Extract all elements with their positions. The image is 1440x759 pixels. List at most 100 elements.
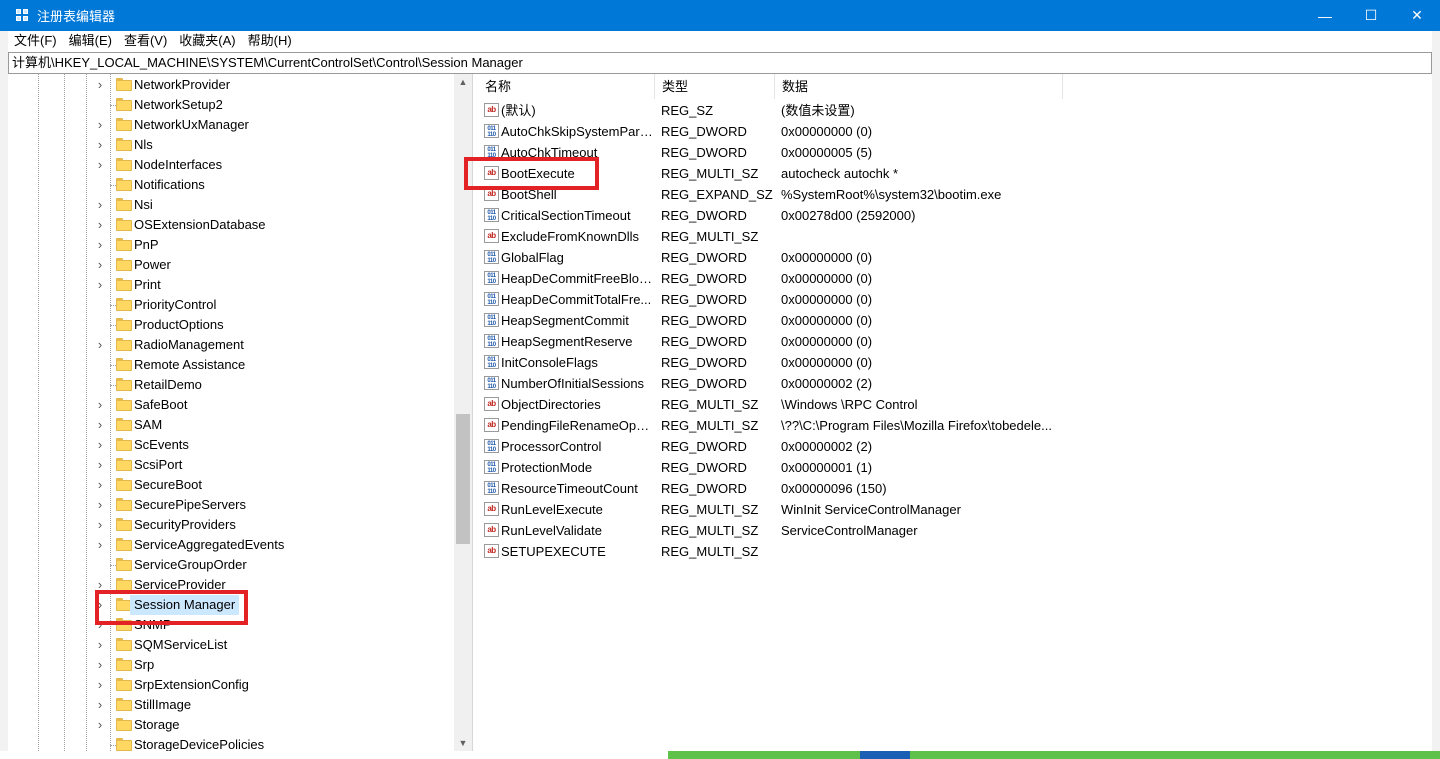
tree-item[interactable]: › Srp (8, 655, 454, 675)
minimize-button[interactable]: — (1302, 0, 1348, 31)
tree-item[interactable]: StorageDevicePolicies (8, 735, 454, 751)
chevron-right-icon[interactable]: › (94, 255, 106, 275)
tree-item[interactable]: Notifications (8, 175, 454, 195)
value-row[interactable]: 011 110 ResourceTimeoutCount REG_DWORD 0x00… (478, 478, 1432, 499)
value-row[interactable]: ab ObjectDirectories REG_MULTI_SZ \Windows … (478, 394, 1432, 415)
value-row[interactable]: ab RunLevelValidate REG_MULTI_SZ ServiceCon… (478, 520, 1432, 541)
tree-item[interactable]: › NodeInterfaces (8, 155, 454, 175)
tree-item[interactable]: › Storage (8, 715, 454, 735)
value-row[interactable]: 011 110 AutoChkTimeout REG_DWORD 0x00000005… (478, 142, 1432, 163)
value-data (781, 226, 1061, 247)
chevron-right-icon[interactable]: › (94, 655, 106, 675)
chevron-right-icon[interactable]: › (94, 715, 106, 735)
tree-item[interactable]: NetworkSetup2 (8, 95, 454, 115)
value-row[interactable]: 011 110 HeapDeCommitFreeBloc... REG_DWORD 0… (478, 268, 1432, 289)
column-header-name[interactable]: 名称 (478, 74, 655, 99)
value-row[interactable]: 011 110 GlobalFlag REG_DWORD 0x00000000 (0) (478, 247, 1432, 268)
value-type: REG_MULTI_SZ (661, 502, 759, 517)
menu-view[interactable]: 查看(V) (118, 31, 173, 51)
address-bar[interactable]: 计算机\HKEY_LOCAL_MACHINE\SYSTEM\CurrentCon… (8, 52, 1432, 74)
tree-item[interactable]: › Nsi (8, 195, 454, 215)
column-header-data[interactable]: 数据 (775, 74, 1063, 99)
value-type: REG_DWORD (661, 439, 747, 454)
window-title: 注册表编辑器 (37, 9, 116, 24)
tree-item[interactable]: › ScEvents (8, 435, 454, 455)
tree-item[interactable]: › RadioManagement (8, 335, 454, 355)
scroll-down-arrow-icon[interactable]: ▼ (454, 735, 472, 751)
menu-help[interactable]: 帮助(H) (242, 31, 298, 51)
value-row[interactable]: ab ExcludeFromKnownDlls REG_MULTI_SZ (478, 226, 1432, 247)
value-row[interactable]: 011 110 ProcessorControl REG_DWORD 0x000000… (478, 436, 1432, 457)
menu-favorites[interactable]: 收藏夹(A) (173, 31, 241, 51)
value-row[interactable]: 011 110 CriticalSectionTimeout REG_DWORD 0x… (478, 205, 1432, 226)
tree-item[interactable]: › PnP (8, 235, 454, 255)
chevron-right-icon[interactable]: › (94, 695, 106, 715)
scroll-up-arrow-icon[interactable]: ▲ (454, 74, 472, 90)
chevron-right-icon[interactable]: › (94, 435, 106, 455)
scrollbar-thumb[interactable] (456, 414, 470, 544)
value-row[interactable]: 011 110 ProtectionMode REG_DWORD 0x00000001… (478, 457, 1432, 478)
chevron-right-icon[interactable]: › (94, 235, 106, 255)
value-row[interactable]: 011 110 InitConsoleFlags REG_DWORD 0x000000… (478, 352, 1432, 373)
value-row[interactable]: 011 110 AutoChkSkipSystemParti... REG_DWOR… (478, 121, 1432, 142)
chevron-right-icon[interactable]: › (94, 515, 106, 535)
tree-item[interactable]: RetailDemo (8, 375, 454, 395)
close-button[interactable]: ✕ (1394, 0, 1440, 31)
chevron-right-icon[interactable]: › (94, 215, 106, 235)
tree-item[interactable]: › OSExtensionDatabase (8, 215, 454, 235)
chevron-right-icon[interactable]: › (94, 535, 106, 555)
tree-item[interactable]: › Nls (8, 135, 454, 155)
value-row[interactable]: ab BootExecute REG_MULTI_SZ autocheck autoc… (478, 163, 1432, 184)
tree-item[interactable]: ProductOptions (8, 315, 454, 335)
value-row[interactable]: 011 110 HeapDeCommitTotalFre... REG_DWORD 0… (478, 289, 1432, 310)
chevron-right-icon[interactable]: › (94, 495, 106, 515)
chevron-right-icon[interactable]: › (94, 75, 106, 95)
tree-item[interactable]: › SafeBoot (8, 395, 454, 415)
value-row[interactable]: ab (默认) REG_SZ (数值未设置) (478, 100, 1432, 121)
value-row[interactable]: ab BootShell REG_EXPAND_SZ %SystemRoot%\sys… (478, 184, 1432, 205)
tree-item[interactable]: › SecurityProviders (8, 515, 454, 535)
chevron-right-icon[interactable]: › (94, 455, 106, 475)
tree-item[interactable]: › SAM (8, 415, 454, 435)
tree-item[interactable]: › Print (8, 275, 454, 295)
value-row[interactable]: ab SETUPEXECUTE REG_MULTI_SZ (478, 541, 1432, 562)
value-name: HeapDeCommitFreeBloc... (501, 271, 653, 286)
menu-file[interactable]: 文件(F) (8, 31, 63, 51)
maximize-button[interactable]: ☐ (1348, 0, 1394, 31)
tree-item[interactable]: › ServiceAggregatedEvents (8, 535, 454, 555)
chevron-right-icon[interactable]: › (94, 195, 106, 215)
highlight-box-bootexecute (464, 157, 599, 190)
value-row[interactable]: 011 110 NumberOfInitialSessions REG_DWORD 0… (478, 373, 1432, 394)
tree-item-label: ScEvents (134, 437, 189, 452)
tree-item[interactable]: Remote Assistance (8, 355, 454, 375)
tree-item[interactable]: › SecureBoot (8, 475, 454, 495)
tree-item[interactable]: › Power (8, 255, 454, 275)
value-row[interactable]: ab PendingFileRenameOper... REG_MULTI_SZ \?… (478, 415, 1432, 436)
value-row[interactable]: 011 110 HeapSegmentCommit REG_DWORD 0x00000… (478, 310, 1432, 331)
value-row[interactable]: ab RunLevelExecute REG_MULTI_SZ WinInit Ser… (478, 499, 1432, 520)
chevron-right-icon[interactable]: › (94, 335, 106, 355)
tree-item[interactable]: PriorityControl (8, 295, 454, 315)
tree-item[interactable]: › StillImage (8, 695, 454, 715)
chevron-right-icon[interactable]: › (94, 135, 106, 155)
value-row[interactable]: 011 110 HeapSegmentReserve REG_DWORD 0x0000… (478, 331, 1432, 352)
column-header-type[interactable]: 类型 (655, 74, 775, 99)
chevron-right-icon[interactable]: › (94, 115, 106, 135)
tree-item[interactable]: › ScsiPort (8, 455, 454, 475)
tree-item[interactable]: ServiceGroupOrder (8, 555, 454, 575)
menu-edit[interactable]: 编辑(E) (63, 31, 118, 51)
chevron-right-icon[interactable]: › (94, 415, 106, 435)
tree-item[interactable]: › SecurePipeServers (8, 495, 454, 515)
chevron-right-icon[interactable]: › (94, 395, 106, 415)
tree-item[interactable]: › SrpExtensionConfig (8, 675, 454, 695)
chevron-right-icon[interactable]: › (94, 275, 106, 295)
chevron-right-icon[interactable]: › (94, 155, 106, 175)
tree-item[interactable]: › NetworkUxManager (8, 115, 454, 135)
tree-item[interactable]: › NetworkProvider (8, 75, 454, 95)
chevron-right-icon[interactable]: › (94, 475, 106, 495)
value-name: GlobalFlag (501, 250, 564, 265)
chevron-right-icon[interactable]: › (94, 675, 106, 695)
value-data: 0x00000000 (0) (781, 271, 873, 286)
tree-item[interactable]: › SQMServiceList (8, 635, 454, 655)
chevron-right-icon[interactable]: › (94, 635, 106, 655)
